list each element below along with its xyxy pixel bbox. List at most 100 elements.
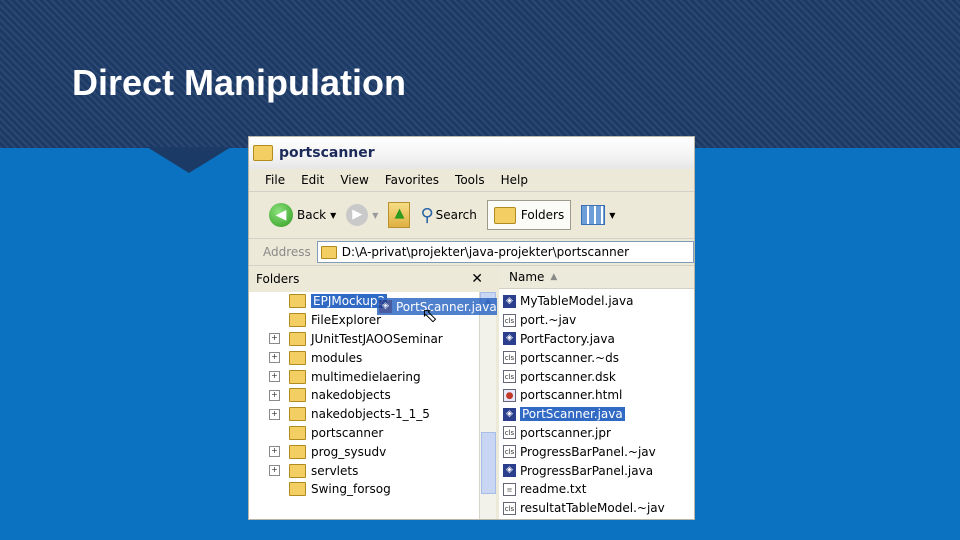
drag-item-label: PortScanner.java [396, 299, 497, 314]
menu-file[interactable]: File [265, 173, 285, 187]
tree-item[interactable]: + modules [249, 348, 479, 367]
back-label: Back [297, 208, 327, 222]
expand-plus-icon[interactable]: + [269, 389, 280, 401]
tree-item-label: portscanner [311, 425, 384, 440]
back-dropdown-icon[interactable]: ▼ [330, 211, 336, 220]
name-column-label: Name [509, 270, 545, 284]
tree-item[interactable]: + nakedobjects-1_1_5 [249, 405, 479, 424]
file-item[interactable]: cls portscanner.dsk [499, 367, 694, 386]
up-button[interactable]: ▲ [388, 202, 411, 228]
file-item[interactable]: ◈ ProgressBarPanel.java [499, 461, 694, 480]
file-label: resultatTableModel.~jav [520, 501, 665, 516]
expand-plus-icon[interactable]: + [269, 333, 280, 345]
expand-plus-icon[interactable]: + [269, 446, 280, 458]
forward-button[interactable]: ▶ ▼ [346, 204, 378, 226]
folders-scrollbar[interactable]: ▲ [479, 292, 496, 519]
tree-item-label: FileExplorer [311, 313, 382, 328]
tree-item[interactable]: + multimedielaering [249, 367, 479, 386]
folder-icon [289, 294, 306, 309]
expand-plus-icon[interactable]: + [269, 408, 280, 420]
tree-item[interactable]: +Swing_forsog [249, 480, 479, 499]
address-label: Address [263, 245, 311, 259]
file-label: port.~jav [520, 313, 577, 328]
html-file-icon: ● [503, 388, 516, 402]
files-pane: Name ▲ ◈ MyTableModel.java cls port.~jav ◈ Po… [499, 266, 694, 519]
file-item[interactable]: ● portscanner.html [499, 386, 694, 405]
file-label: readme.txt [520, 482, 587, 497]
file-item[interactable]: ≡ readme.txt [499, 480, 694, 499]
close-icon[interactable]: ✕ [471, 271, 483, 287]
tree-item[interactable]: + nakedobjects [249, 386, 479, 405]
menu-view[interactable]: View [340, 173, 368, 187]
sort-ascending-icon: ▲ [550, 272, 558, 282]
menu-bar: File Edit View Favorites Tools Help [249, 169, 694, 192]
java-file-icon: ◈ [379, 300, 392, 313]
folder-icon [289, 444, 306, 459]
tree-item[interactable]: +portscanner [249, 424, 479, 443]
expand-plus-icon[interactable]: + [269, 371, 280, 383]
tree-item[interactable]: + JUnitTestJAOOSeminar [249, 330, 479, 349]
file-item[interactable]: cls ProgressBarPanel.~jav [499, 442, 694, 461]
folder-icon [289, 331, 306, 346]
folder-icon [289, 350, 306, 365]
scrollbar-thumb[interactable] [481, 432, 496, 494]
back-button[interactable]: ◀ Back ▼ [269, 203, 336, 227]
file-label: portscanner.jpr [520, 425, 611, 440]
folder-up-icon: ▲ [388, 202, 411, 228]
tree-item-label: servlets [311, 463, 359, 478]
file-item[interactable]: cls resultatTableModel.~jav [499, 499, 694, 518]
file-item[interactable]: cls port.~jav [499, 311, 694, 330]
folder-icon [289, 463, 306, 478]
tree-item-label: modules [311, 350, 363, 365]
tree-item-label: prog_sysudv [311, 444, 387, 459]
file-label: portscanner.dsk [520, 369, 616, 384]
txt-file-icon: ≡ [503, 482, 516, 496]
tree-item-label: multimedielaering [311, 369, 421, 384]
folder-icon [253, 145, 273, 161]
views-button[interactable]: ▼ [581, 205, 615, 225]
generic-file-icon: cls [503, 313, 516, 327]
file-label: portscanner.html [520, 388, 623, 403]
folders-pane: Folders ✕ + EPJMockup2 + FileExplorer + JUnit… [249, 266, 497, 519]
generic-file-icon: cls [503, 445, 516, 459]
file-item[interactable]: cls portscanner.jpr [499, 424, 694, 443]
views-icon [581, 205, 606, 225]
menu-help[interactable]: Help [501, 173, 528, 187]
expand-plus-icon[interactable]: + [269, 465, 280, 477]
folder-icon [289, 388, 306, 403]
search-label: Search [435, 208, 477, 222]
menu-favorites[interactable]: Favorites [385, 173, 439, 187]
file-item[interactable]: cls portscanner.~ds [499, 348, 694, 367]
folders-button[interactable]: Folders [486, 200, 572, 230]
file-label: PortScanner.java [520, 407, 625, 422]
address-field[interactable]: D:\A-privat\projekter\java-projekter\por… [316, 241, 694, 263]
title-bar[interactable]: portscanner [249, 137, 694, 169]
generic-file-icon: cls [503, 370, 516, 384]
expand-plus-icon[interactable]: + [269, 352, 280, 364]
tree-item[interactable]: + prog_sysudv [249, 442, 479, 461]
menu-edit[interactable]: Edit [301, 173, 324, 187]
forward-arrow-icon: ▶ [346, 204, 369, 226]
forward-dropdown-icon[interactable]: ▼ [372, 211, 378, 220]
folders-icon [493, 206, 516, 224]
java-file-icon: ◈ [503, 407, 516, 421]
file-label: portscanner.~ds [520, 350, 619, 365]
search-button[interactable]: ⚲ Search [420, 205, 476, 226]
file-label: MyTableModel.java [520, 294, 634, 309]
views-dropdown-icon[interactable]: ▼ [609, 211, 615, 220]
file-item[interactable]: ◈ PortScanner.java [499, 405, 694, 424]
window-title: portscanner [279, 145, 375, 161]
name-column-header[interactable]: Name ▲ [499, 266, 694, 289]
tree-item-label: Swing_forsog [311, 482, 391, 497]
explorer-window: portscanner File Edit View Favorites Too… [249, 137, 694, 519]
tree-item-label: JUnitTestJAOOSeminar [311, 331, 443, 346]
back-arrow-icon: ◀ [269, 203, 293, 227]
java-file-icon: ◈ [503, 464, 516, 478]
address-bar: Address D:\A-privat\projekter\java-proje… [249, 239, 694, 266]
file-item[interactable]: ◈ MyTableModel.java [499, 292, 694, 311]
menu-tools[interactable]: Tools [455, 173, 485, 187]
java-file-icon: ◈ [503, 332, 516, 346]
file-item[interactable]: ◈ PortFactory.java [499, 330, 694, 349]
folder-icon [289, 313, 306, 328]
tree-item[interactable]: + servlets [249, 461, 479, 480]
